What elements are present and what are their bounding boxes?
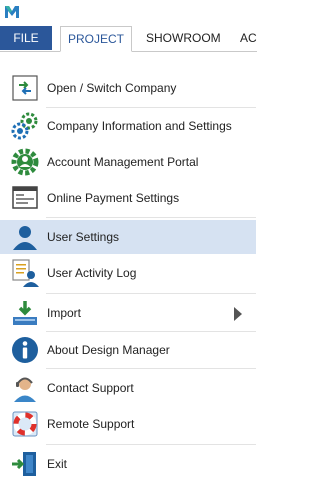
menu-item-label: Import xyxy=(47,306,82,320)
menu-item-account-management-portal[interactable]: Account Management Portal xyxy=(0,145,256,179)
menu-item-label: Contact Support xyxy=(47,381,134,395)
menu-item-label: Account Management Portal xyxy=(47,155,199,169)
info-icon xyxy=(12,337,38,363)
open-switch-company-icon xyxy=(12,75,38,101)
tab-project[interactable]: PROJECT xyxy=(60,26,132,52)
menu-item-user-settings[interactable]: User Settings xyxy=(0,220,256,254)
menu-separator xyxy=(46,293,256,294)
menu-item-company-information[interactable]: Company Information and Settings xyxy=(0,109,256,143)
user-activity-log-icon xyxy=(12,259,39,287)
menu-item-label: Remote Support xyxy=(47,417,135,431)
contact-support-icon xyxy=(14,377,36,402)
menu-item-label: About Design Manager xyxy=(47,343,170,357)
account-portal-gear-icon xyxy=(11,148,39,176)
import-download-icon xyxy=(13,301,37,325)
online-payment-window-icon xyxy=(12,186,38,209)
menu-item-label: User Activity Log xyxy=(47,266,137,280)
menu-item-user-activity-log[interactable]: User Activity Log xyxy=(0,256,256,290)
menu-separator xyxy=(46,107,256,108)
lifebuoy-icon xyxy=(12,411,38,437)
menu-separator xyxy=(46,217,256,218)
ribbon-tabs: FILE PROJECT SHOWROOM AC xyxy=(0,26,257,52)
exit-door-icon xyxy=(12,452,36,476)
menu-separator xyxy=(46,368,256,369)
menu-item-label: Open / Switch Company xyxy=(47,81,177,95)
menu-item-label: Company Information and Settings xyxy=(47,119,232,133)
menu-separator xyxy=(46,331,256,332)
menu-item-label: Online Payment Settings xyxy=(47,191,180,205)
menu-item-about-design-manager[interactable]: About Design Manager xyxy=(0,333,256,367)
menu-item-exit[interactable]: Exit xyxy=(0,447,256,481)
menu-item-remote-support[interactable]: Remote Support xyxy=(0,407,256,441)
company-settings-gears-icon xyxy=(11,112,38,140)
menu-item-online-payment-settings[interactable]: Online Payment Settings xyxy=(0,181,256,215)
menu-item-contact-support[interactable]: Contact Support xyxy=(0,371,256,405)
menu-item-open-switch-company[interactable]: Open / Switch Company xyxy=(0,71,256,105)
tab-showroom[interactable]: SHOWROOM xyxy=(146,26,221,50)
menu-item-label: Exit xyxy=(47,457,68,471)
menu-separator xyxy=(46,444,256,445)
menu-item-import[interactable]: Import xyxy=(0,296,256,330)
title-bar xyxy=(0,0,257,26)
menu-item-label: User Settings xyxy=(47,230,120,244)
tab-file[interactable]: FILE xyxy=(0,26,52,50)
submenu-arrow-icon xyxy=(234,307,242,321)
app-logo-icon xyxy=(5,6,19,18)
file-menu: Open / Switch Company Company Informatio… xyxy=(0,52,257,489)
user-icon xyxy=(13,226,37,250)
tab-truncated[interactable]: AC xyxy=(240,26,257,50)
